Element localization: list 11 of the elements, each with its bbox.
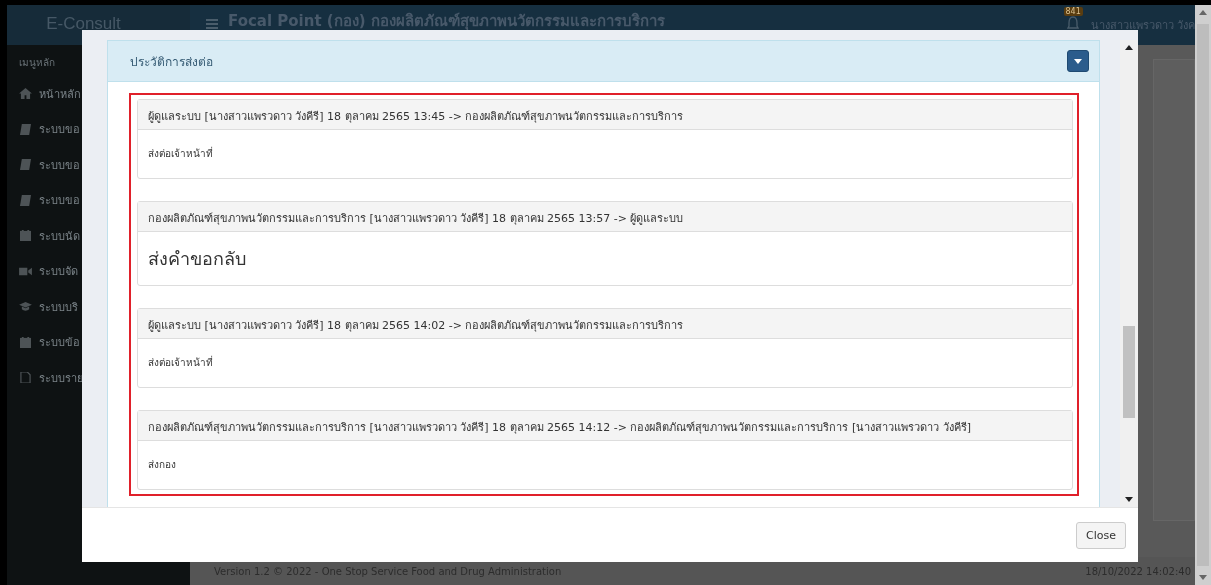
entry-header: ผู้ดูแลระบบ [นางสาวแพรวดาว วังคีรี] 18 ตุลาคม 2565 13:45 -> กองผลิตภัณฑ์สุขภาพนวัตกรรมและการบริการ (138, 100, 1072, 130)
entry-message: ส่งคำขอกลับ (148, 248, 246, 269)
notification-badge: 841 (1063, 7, 1083, 16)
entry-header: กองผลิตภัณฑ์สุขภาพนวัตกรรมและการบริการ [นางสาวแพรวดาว วังคีรี] 18 ตุลาคม 2565 13:57 -> ผู้ดูแลระบบ (138, 202, 1072, 232)
entry-message: ส่งกอง (148, 459, 176, 470)
entry-message: ส่งต่อเจ้าหน้าที่ (148, 148, 213, 159)
entry-message: ส่งต่อเจ้าหน้าที่ (148, 357, 213, 368)
menu-heading: เมนูหลัก (19, 56, 55, 70)
panel-title: ประวัติการส่งต่อ (130, 53, 213, 71)
entry-header: กองผลิตภัณฑ์สุขภาพนวัตกรรมและการบริการ [นางสาวแพรวดาว วังคีรี] 18 ตุลาคม 2565 14:12 -> กองผลิตภัณฑ์สุขภาพนวัตกรรมและการบริการ [นางสาวแพรวดาว วังคีรี] (138, 411, 1072, 441)
entry-header: ผู้ดูแลระบบ [นางสาวแพรวดาว วังคีรี] 18 ตุลาคม 2565 14:02 -> กองผลิตภัณฑ์สุขภาพนวัตกรรมและการบริการ (138, 309, 1072, 339)
